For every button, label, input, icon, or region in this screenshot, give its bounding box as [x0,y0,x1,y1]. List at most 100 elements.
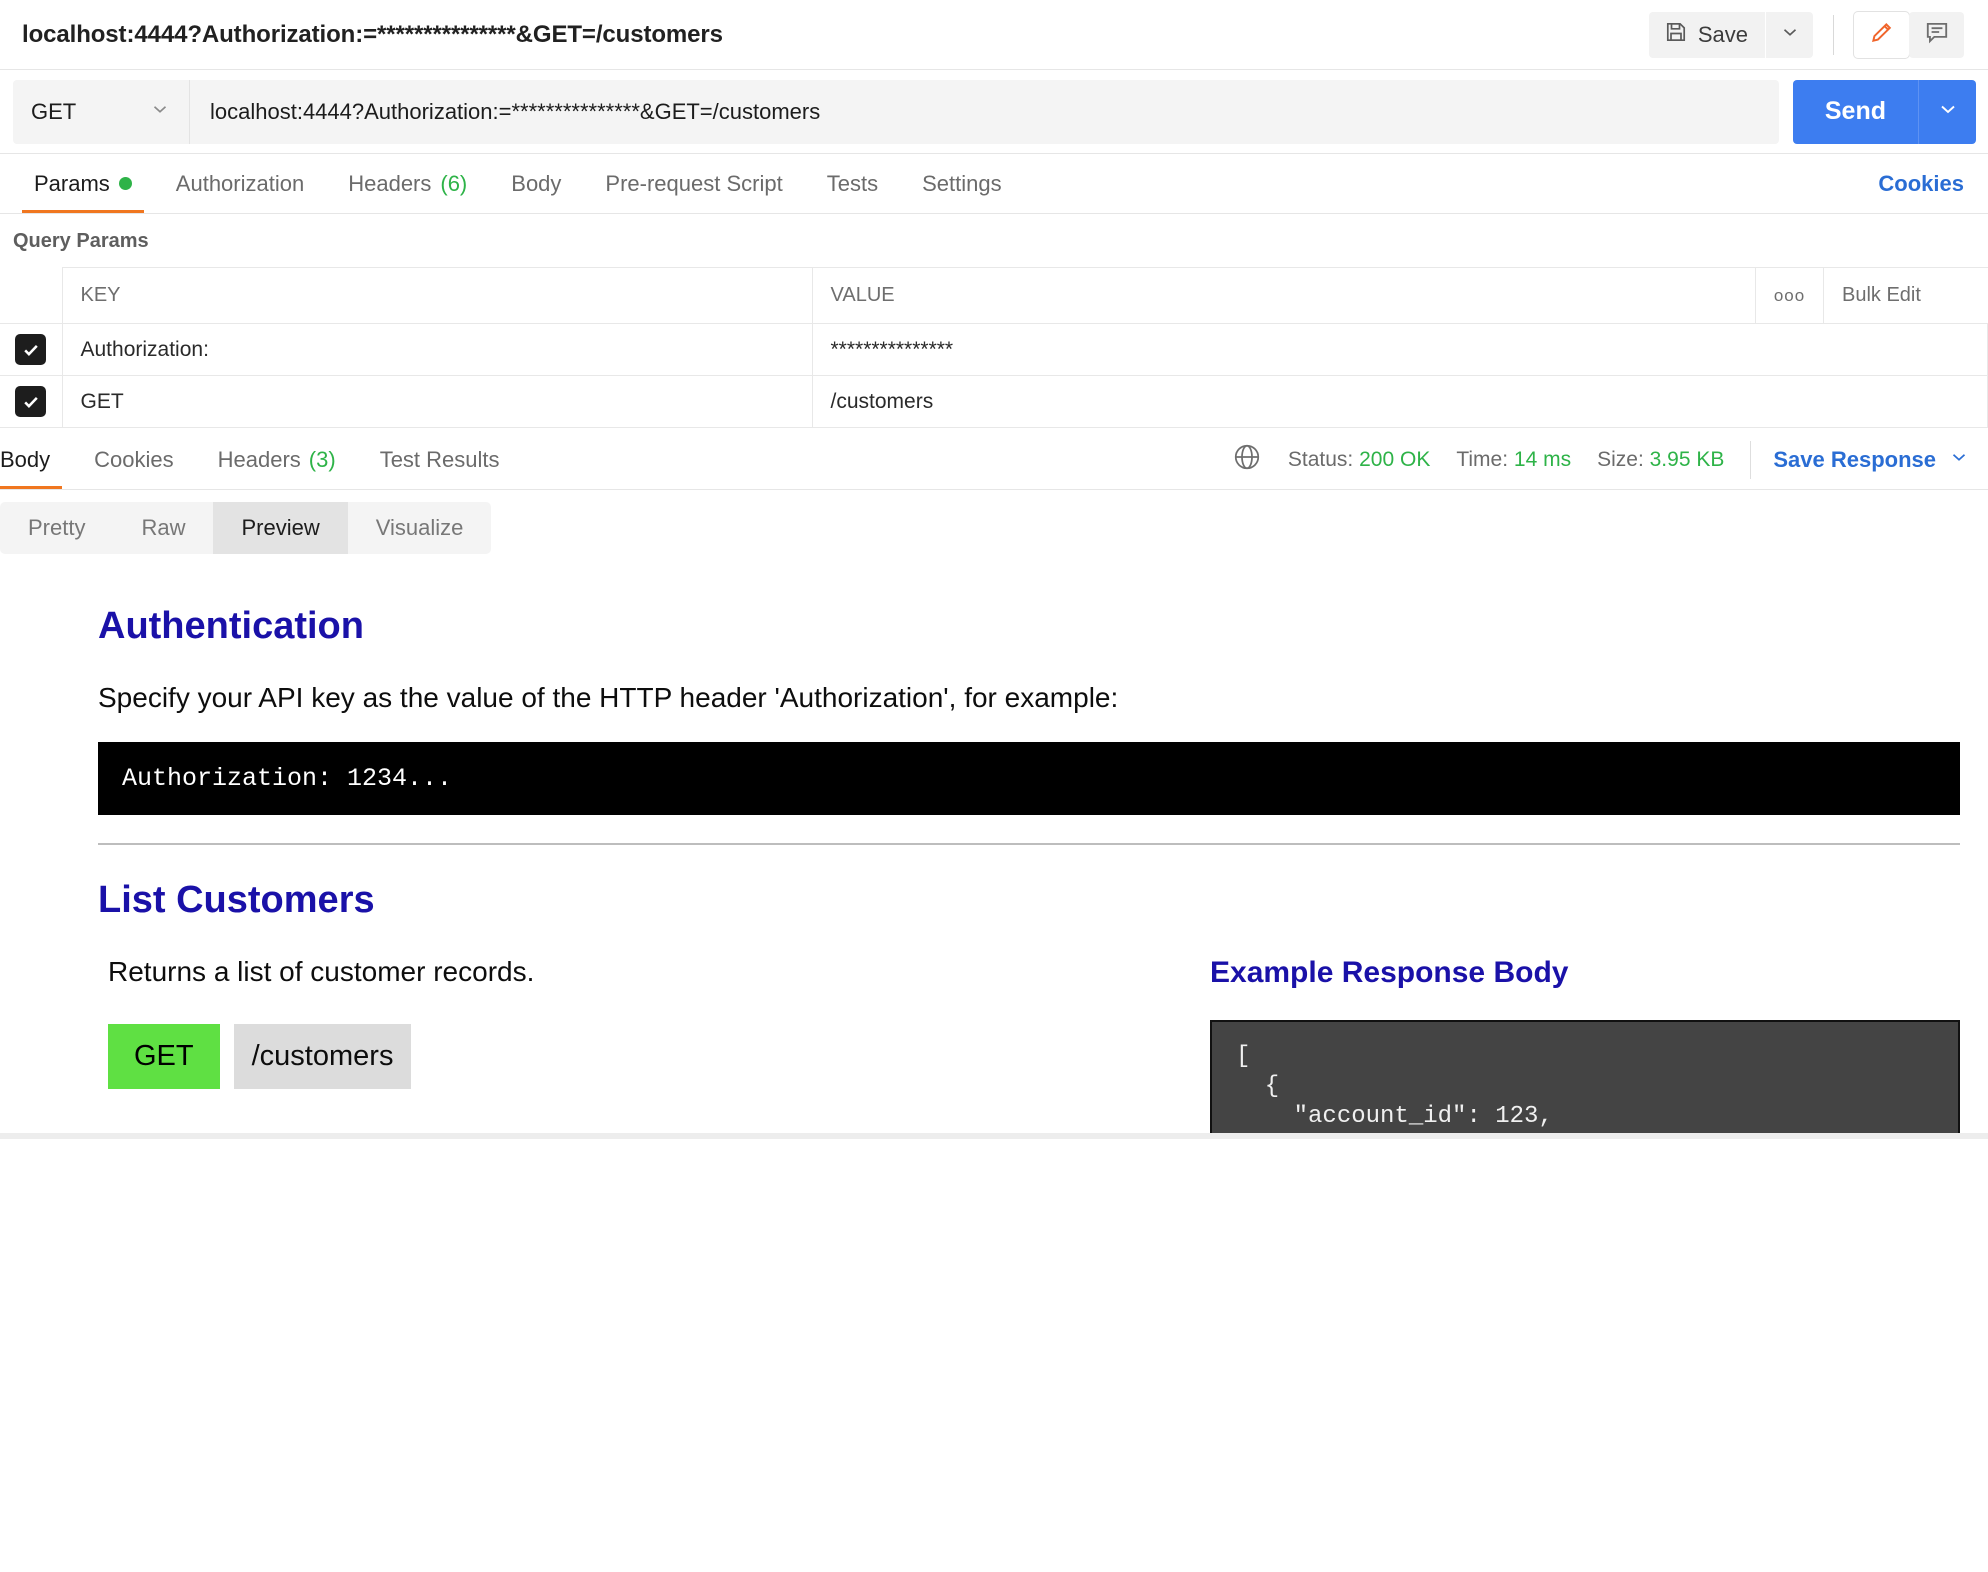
example-response-code-block: [ { "account_id": 123, "customer_id": 45… [1210,1020,1960,1139]
size-label: Size: [1597,447,1644,471]
save-button[interactable]: Save [1648,11,1765,58]
save-response-label: Save Response [1773,446,1936,472]
table-header-row: KEY VALUE ooo Bulk Edit [0,267,1988,324]
param-key[interactable]: Authorization: [61,323,813,376]
response-tab-headers-label: Headers [217,446,301,472]
top-bar-actions: Save [1648,0,1964,69]
list-customers-heading: List Customers [98,879,375,921]
view-mode-visualize[interactable]: Visualize [348,502,492,554]
list-customers-paragraph: Returns a list of customer records. [108,956,535,987]
endpoint-path-badge: /customers [233,1024,412,1089]
authentication-code-block: Authorization: 1234... [98,742,1960,815]
response-tab-body[interactable]: Body [0,430,72,489]
tab-tests[interactable]: Tests [805,154,900,213]
param-enabled-checkbox[interactable] [15,334,47,365]
tab-authorization[interactable]: Authorization [154,154,326,213]
http-method-value: GET [31,98,77,124]
response-tab-headers[interactable]: Headers (3) [196,430,358,489]
response-preview-pane[interactable]: Authentication Specify your API key as t… [0,564,1988,1139]
params-options-button[interactable]: ooo [1755,267,1824,324]
documentation-right-column: Example Response Body [ { "account_id": … [1188,956,1960,1139]
section-divider [98,843,1960,845]
request-title: localhost:4444?Authorization:=**********… [22,20,723,48]
param-value[interactable]: *************** [811,323,1988,376]
tab-headers-count: (6) [440,170,468,196]
param-key[interactable]: GET [61,375,813,428]
chevron-down-icon [1936,97,1960,126]
param-value[interactable]: /customers [811,375,1988,428]
http-method-select[interactable]: GET [13,79,189,144]
row-checkbox-cell [0,375,63,428]
response-tab-test-results-label: Test Results [379,446,500,472]
select-all-cell [0,267,63,324]
send-button-group: Send [1792,79,1976,144]
params-modified-dot [118,177,132,190]
row-checkbox-cell [0,323,63,376]
authentication-paragraph: Specify your API key as the value of the… [98,682,1119,713]
tab-authorization-label: Authorization [175,170,305,196]
response-tabs-bar: Body Cookies Headers (3) Test Results St… [0,430,1988,490]
top-bar: localhost:4444?Authorization:=**********… [0,0,1988,70]
url-row: GET localhost:4444?Authorization:=******… [0,70,1988,154]
response-tab-cookies-label: Cookies [94,446,174,472]
table-row: GET /customers [0,375,1988,428]
save-button-group: Save [1648,11,1813,58]
endpoint-method-badge: GET [108,1024,220,1089]
query-params-table: KEY VALUE ooo Bulk Edit Authorization: *… [0,267,1988,428]
tab-headers[interactable]: Headers (6) [326,154,489,213]
tab-tests-label: Tests [826,170,879,196]
pencil-icon [1869,19,1895,50]
query-params-label: Query Params [13,230,149,252]
meta-divider [1750,440,1752,479]
authentication-heading: Authentication [98,605,364,647]
preview-bottom-scrollbar[interactable] [0,1133,1988,1139]
view-mode-preview[interactable]: Preview [213,502,348,554]
toolbar-divider [1833,14,1834,55]
table-row: Authorization: *************** [0,323,1988,376]
time-text: Time: 14 ms [1456,448,1571,472]
tab-params-label: Params [34,170,110,196]
tab-settings-label: Settings [922,170,1002,196]
endpoint-badges: GET /customers [108,1024,1188,1089]
tab-params[interactable]: Params [12,154,154,213]
view-mode-raw[interactable]: Raw [113,502,213,554]
tab-settings[interactable]: Settings [900,154,1024,213]
send-button[interactable]: Send [1792,79,1918,144]
send-options-button[interactable] [1918,79,1976,144]
edit-request-button[interactable] [1854,11,1909,58]
url-input[interactable]: localhost:4444?Authorization:=**********… [189,79,1779,144]
view-mode-pretty[interactable]: Pretty [0,502,113,554]
response-tab-cookies[interactable]: Cookies [72,430,195,489]
example-response-heading: Example Response Body [1210,956,1569,989]
size-value: 3.95 KB [1649,447,1725,471]
response-tab-headers-count: (3) [308,446,336,472]
param-enabled-checkbox[interactable] [15,386,47,417]
size-text: Size: 3.95 KB [1597,448,1724,472]
globe-icon [1232,442,1262,478]
column-header-value: VALUE [811,267,1756,324]
floppy-disk-icon [1664,20,1688,50]
chevron-down-icon [149,98,171,126]
tab-pre-request-script[interactable]: Pre-request Script [583,154,804,213]
time-label: Time: [1456,447,1509,471]
tab-pre-request-script-label: Pre-request Script [605,170,783,196]
tab-body[interactable]: Body [489,154,583,213]
cookies-link[interactable]: Cookies [1878,154,1964,213]
save-options-button[interactable] [1766,11,1813,58]
status-label: Status: [1287,447,1354,471]
save-response-button[interactable]: Save Response [1773,446,1970,474]
chevron-down-icon [1948,446,1970,474]
more-options-icon: ooo [1773,286,1806,305]
save-button-label: Save [1697,21,1748,47]
response-tab-test-results[interactable]: Test Results [358,430,522,489]
list-customers-body: Returns a list of customer records. GET … [98,956,1960,1139]
response-meta: Status: 200 OK Time: 14 ms Size: 3.95 KB… [1232,430,1988,489]
bulk-edit-button[interactable]: Bulk Edit [1823,267,1988,324]
request-tabs: Params Authorization Headers (6) Body Pr… [0,154,1988,214]
tab-headers-label: Headers [348,170,432,196]
documentation-left-column: Returns a list of customer records. GET … [98,956,1188,1139]
column-header-key: KEY [61,267,813,324]
response-view-modes: Pretty Raw Preview Visualize [0,490,1988,564]
comments-button[interactable] [1909,11,1964,58]
response-tab-body-label: Body [0,446,51,472]
